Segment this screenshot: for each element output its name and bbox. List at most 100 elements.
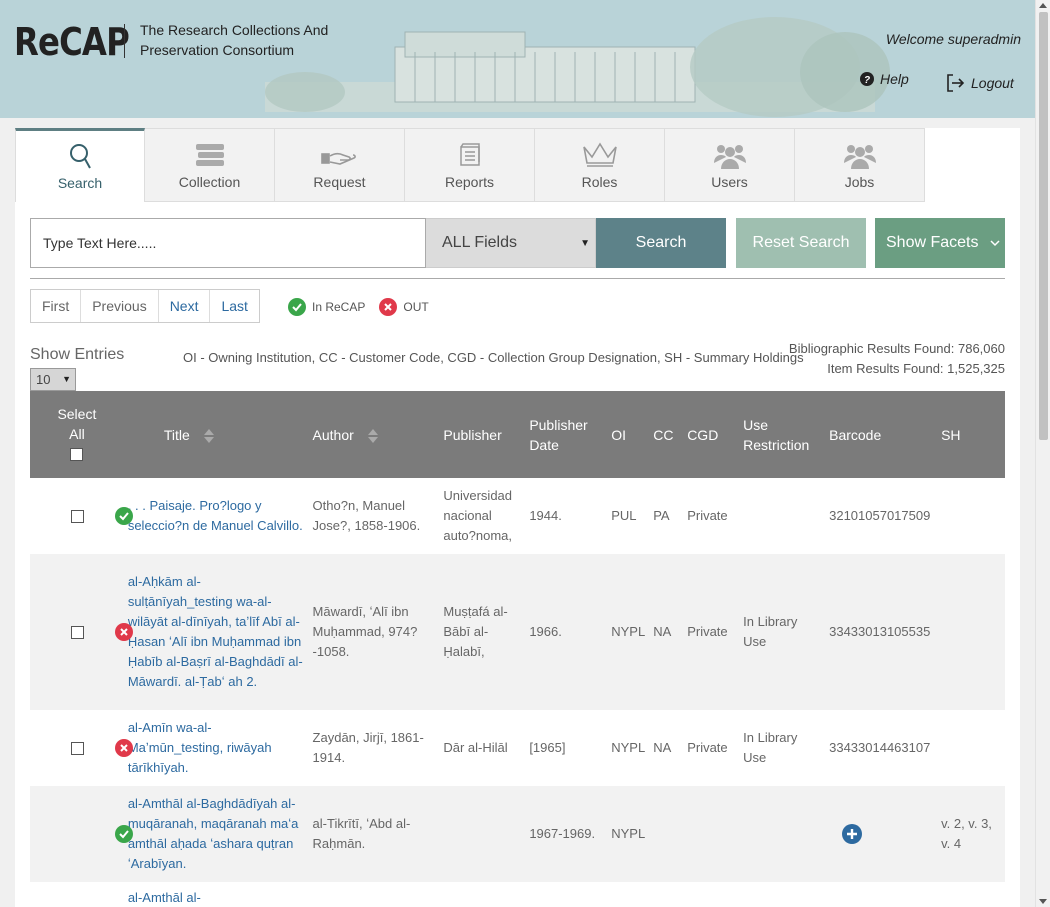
cell-use: In Library Use bbox=[743, 614, 798, 649]
search-input[interactable] bbox=[30, 218, 426, 268]
page-scrollbar[interactable] bbox=[1035, 0, 1050, 907]
tab-jobs[interactable]: Jobs bbox=[795, 128, 925, 202]
select-cell bbox=[30, 478, 133, 554]
reset-search-button[interactable]: Reset Search bbox=[736, 218, 866, 268]
cell-barcode bbox=[825, 786, 937, 882]
cell-barcode: 33433013105535 bbox=[829, 624, 931, 639]
cell-title[interactable]: al-Amīn wa-al-Maʼmūn_testing, riwāyah tā… bbox=[124, 710, 309, 786]
cell-title[interactable]: al-Aḥkām al-sulṭānīyah_testing wa-al-wil… bbox=[124, 554, 309, 710]
header-title[interactable]: Title bbox=[124, 391, 309, 478]
scroll-down-arrow[interactable] bbox=[1039, 899, 1047, 904]
tab-reports[interactable]: Reports bbox=[405, 128, 535, 202]
table-row: al-Aḥkām al-sulṭānīyah_testing wa-al-wil… bbox=[30, 554, 1005, 710]
header-title-label: Title bbox=[163, 426, 190, 443]
sort-icon[interactable] bbox=[367, 428, 378, 443]
bib-results: Bibliographic Results Found: 786,060 bbox=[788, 341, 1005, 356]
cell-date bbox=[525, 882, 607, 907]
cell-sh bbox=[937, 710, 1005, 786]
books-icon bbox=[195, 144, 224, 166]
cell-cc: NA bbox=[653, 740, 672, 755]
header-use-restriction: Use Restriction bbox=[743, 416, 810, 453]
results-table: Select All Title Author Publisher Publis… bbox=[30, 391, 1005, 907]
check-circle-icon bbox=[115, 825, 133, 843]
tab-roles[interactable]: Roles bbox=[535, 128, 665, 202]
header-publisher-date: Publisher Date bbox=[529, 416, 588, 453]
tab-label: Jobs bbox=[844, 174, 875, 190]
cell-title[interactable]: al-Amthāl al- bbox=[124, 882, 309, 907]
cell-cgd: Private bbox=[687, 740, 728, 755]
pagination: First Previous Next Last bbox=[30, 289, 260, 323]
field-select[interactable]: ALL Fields ▼ bbox=[426, 218, 596, 268]
cell-oi: PUL bbox=[611, 508, 637, 523]
cell-use bbox=[739, 882, 825, 907]
cell-publisher: Dār al-Hilāl bbox=[443, 740, 508, 755]
header-cgd: CGD bbox=[687, 426, 719, 443]
field-select-value: ALL Fields bbox=[442, 234, 517, 251]
select-cell bbox=[30, 882, 124, 907]
tab-users[interactable]: Users bbox=[665, 128, 795, 202]
entries-value: 10 bbox=[36, 372, 51, 387]
table-row: al-Amīn wa-al-Maʼmūn_testing, riwāyah tā… bbox=[30, 710, 1005, 786]
cell-cgd: Private bbox=[687, 508, 728, 523]
cell-date: 1966. bbox=[529, 624, 562, 639]
scroll-up-arrow[interactable] bbox=[1039, 3, 1047, 8]
pager-next[interactable]: Next bbox=[159, 290, 211, 322]
jobs-icon bbox=[843, 145, 876, 169]
cell-author: Māwardī, ʻAlī ibn Muḥammad, 974?-1058. bbox=[312, 604, 418, 659]
help-link[interactable]: ? Help bbox=[860, 71, 909, 87]
cell-publisher bbox=[439, 882, 525, 907]
search-bar: ALL Fields ▼ Search Reset Search Show Fa… bbox=[30, 218, 1005, 268]
table-row: . . . Paisaje. Pro?logo y seleccio?n de … bbox=[30, 478, 1005, 554]
cell-cc: PA bbox=[653, 508, 670, 523]
x-circle-icon bbox=[115, 739, 133, 757]
results-count: Bibliographic Results Found: 786,060 Ite… bbox=[789, 339, 1005, 379]
select-all-label: Select All bbox=[57, 405, 97, 442]
tab-search[interactable]: Search bbox=[15, 128, 145, 202]
cell-publisher: Muṣṭafá al-Bābī al-Ḥalabī, bbox=[443, 604, 508, 659]
show-facets-button[interactable]: Show Facets bbox=[875, 218, 1005, 268]
select-all-checkbox[interactable] bbox=[70, 447, 84, 461]
logout-label: Logout bbox=[971, 75, 1014, 91]
logout-link[interactable]: Logout bbox=[945, 73, 1014, 93]
cell-title[interactable]: al-Amthāl al-Baghdādīyah al-muqāranah, m… bbox=[124, 786, 309, 882]
legend-out: OUT bbox=[379, 298, 429, 316]
expand-plus-icon[interactable] bbox=[841, 823, 863, 845]
sort-icon[interactable] bbox=[203, 428, 214, 443]
select-cell bbox=[30, 786, 133, 882]
recap-logo[interactable]: ReCAP bbox=[14, 20, 130, 64]
pager-first[interactable]: First bbox=[31, 290, 82, 322]
header-author-label: Author bbox=[312, 426, 354, 443]
row-checkbox[interactable] bbox=[71, 510, 84, 523]
legend-out-label: OUT bbox=[403, 300, 429, 314]
header-publisher: Publisher bbox=[443, 426, 502, 443]
cell-title[interactable]: . . . Paisaje. Pro?logo y seleccio?n de … bbox=[124, 478, 309, 554]
cell-barcode: 32101057017509 bbox=[829, 508, 931, 523]
svg-text:?: ? bbox=[864, 75, 870, 86]
tab-collection[interactable]: Collection bbox=[145, 128, 275, 202]
tab-label: Users bbox=[711, 174, 748, 190]
select-cell bbox=[30, 554, 133, 710]
header-author[interactable]: Author bbox=[309, 391, 440, 478]
tab-request[interactable]: Request bbox=[275, 128, 405, 202]
cell-date: 1944. bbox=[529, 508, 562, 523]
pager-last[interactable]: Last bbox=[210, 290, 258, 322]
cell-sh bbox=[937, 882, 1005, 907]
tab-label: Roles bbox=[581, 174, 618, 190]
cell-cgd bbox=[683, 786, 739, 882]
logo-divider bbox=[124, 24, 125, 58]
cell-cgd: Private bbox=[687, 624, 728, 639]
cell-publisher bbox=[439, 786, 525, 882]
question-icon: ? bbox=[860, 72, 874, 86]
welcome-text: Welcome superadmin bbox=[885, 31, 1021, 47]
select-cell bbox=[30, 710, 133, 786]
entries-select[interactable]: 10 ▼ bbox=[30, 368, 76, 391]
cell-barcode: 33433014463107 bbox=[829, 740, 931, 755]
row-checkbox[interactable] bbox=[71, 742, 84, 755]
scroll-thumb[interactable] bbox=[1039, 12, 1048, 440]
search-button[interactable]: Search bbox=[596, 218, 726, 268]
tab-label: Request bbox=[313, 174, 366, 190]
row-checkbox[interactable] bbox=[71, 626, 84, 639]
cell-sh bbox=[937, 554, 1005, 710]
pager-previous[interactable]: Previous bbox=[81, 290, 159, 322]
tab-label: Reports bbox=[444, 174, 495, 190]
